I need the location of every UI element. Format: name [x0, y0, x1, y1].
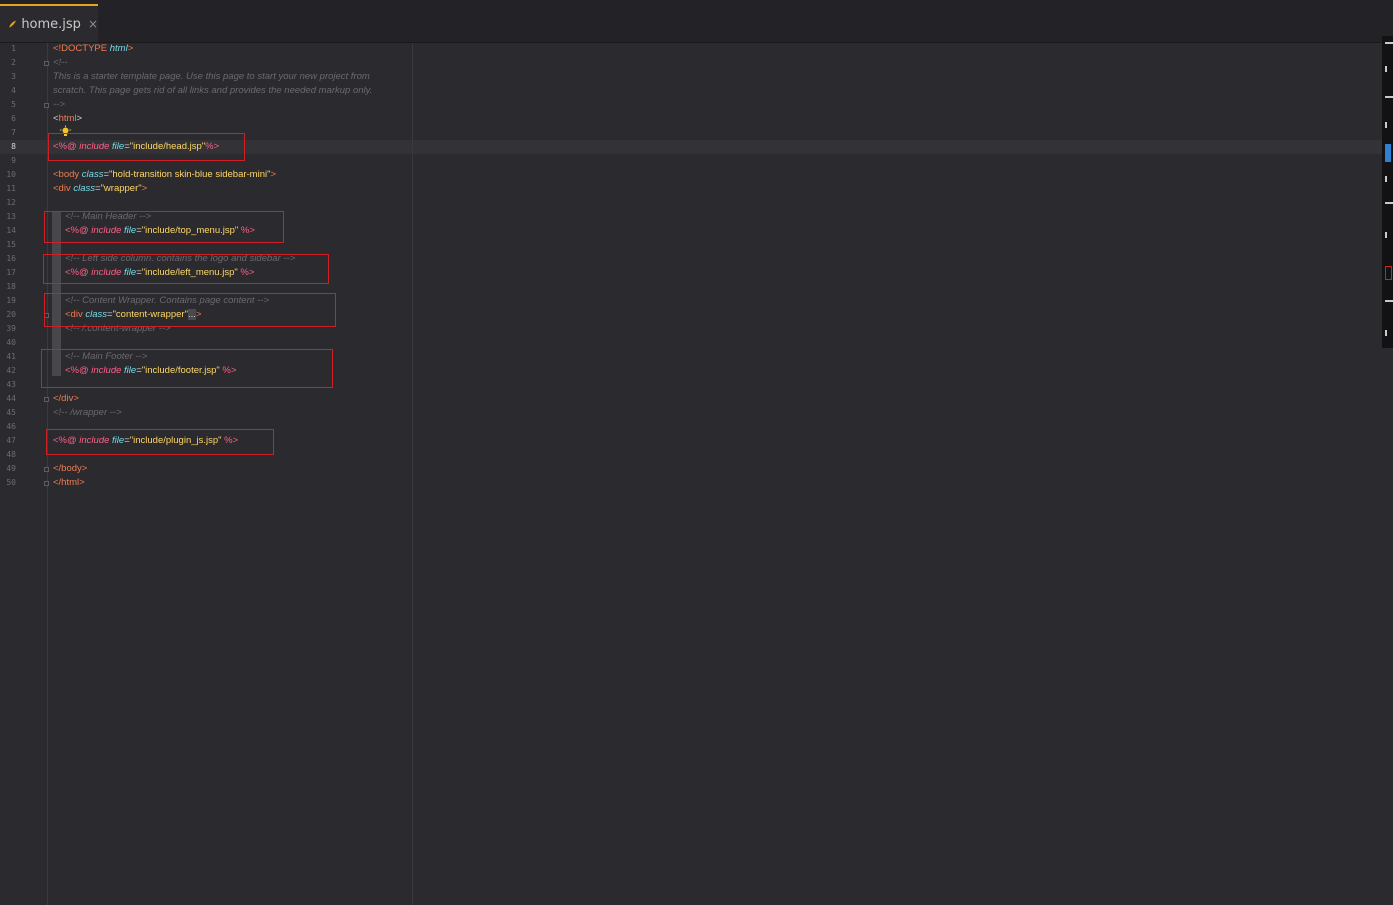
line-number: 9	[11, 156, 16, 165]
fold-toggle[interactable]	[44, 397, 49, 402]
line-number: 12	[6, 198, 16, 207]
line-number: 4	[11, 86, 16, 95]
code-token: >	[270, 169, 277, 180]
minimap-marker	[1385, 232, 1393, 238]
highlight-box	[48, 133, 245, 161]
line-number: 1	[11, 44, 16, 53]
line-number: 45	[6, 408, 16, 417]
code-line-45[interactable]: <!-- /wrapper -->	[53, 406, 122, 420]
fold-toggle[interactable]	[44, 61, 49, 66]
code-line-4[interactable]: scratch. This page gets rid of all links…	[53, 84, 372, 98]
code-token: <!DOCTYPE	[53, 43, 110, 54]
tab-label: home.jsp	[21, 16, 81, 32]
code-token: "hold-transition skin-blue sidebar-mini"	[109, 169, 271, 180]
code-line-2[interactable]: <!--	[53, 56, 68, 70]
code-token: class	[73, 183, 95, 194]
minimap-marker	[1385, 42, 1393, 50]
line-number: 41	[6, 352, 16, 361]
line-number: 17	[6, 268, 16, 277]
code-line-5[interactable]: -->	[53, 98, 65, 112]
tab-home-jsp[interactable]: home.jsp ×	[0, 4, 98, 42]
line-number: 5	[11, 100, 16, 109]
line-number: 18	[6, 282, 16, 291]
code-token: >	[127, 43, 134, 54]
print-margin-ruler	[412, 43, 413, 905]
line-number: 10	[6, 170, 16, 179]
highlight-box	[44, 211, 284, 243]
jsp-file-icon	[9, 20, 16, 28]
close-icon[interactable]: ×	[88, 17, 98, 31]
minimap-error-marker	[1385, 266, 1392, 280]
line-number: 47	[6, 436, 16, 445]
minimap-marker	[1385, 300, 1393, 308]
highlight-box	[41, 349, 333, 388]
line-number: 7	[11, 128, 16, 137]
line-number: 43	[6, 380, 16, 389]
code-line-11[interactable]: <div class="wrapper">	[53, 182, 147, 196]
line-number: 6	[11, 114, 16, 123]
code-line-10[interactable]: <body class="hold-transition skin-blue s…	[53, 168, 276, 182]
fold-toggle[interactable]	[44, 103, 49, 108]
line-number: 46	[6, 422, 16, 431]
minimap-marker	[1385, 330, 1393, 336]
line-number: 48	[6, 450, 16, 459]
code-line-1[interactable]: <!DOCTYPE html>	[53, 42, 133, 56]
code-token: >	[141, 183, 148, 194]
current-line-highlight	[48, 140, 1382, 154]
minimap-marker	[1385, 176, 1393, 182]
minimap-marker	[1385, 202, 1393, 210]
minimap-marker	[1385, 96, 1393, 104]
line-number: 39	[6, 324, 16, 333]
code-token: "wrapper"	[100, 183, 142, 194]
highlight-box	[44, 293, 336, 327]
highlight-box	[43, 254, 329, 284]
line-number: 11	[6, 184, 16, 193]
line-number: 49	[6, 464, 16, 473]
code-line-44[interactable]: </div>	[53, 392, 79, 406]
line-number: 40	[6, 338, 16, 347]
line-number: 16	[6, 254, 16, 263]
code-token: html	[109, 43, 128, 54]
code-token: <div	[53, 183, 74, 194]
line-number: 3	[11, 72, 16, 81]
line-number: 15	[6, 240, 16, 249]
line-number: 44	[6, 394, 16, 403]
code-token: <body	[53, 169, 82, 180]
fold-toggle[interactable]	[44, 481, 49, 486]
code-line-50[interactable]: </html>	[53, 476, 85, 490]
line-number: 50	[6, 478, 16, 487]
fold-toggle[interactable]	[44, 467, 49, 472]
editor-tab-bar: home.jsp ×	[0, 0, 1393, 43]
code-line-6[interactable]: <html>	[53, 112, 82, 126]
minimap-marker	[1385, 66, 1393, 72]
line-number-current: 8	[11, 142, 16, 151]
line-number: 19	[6, 296, 16, 305]
highlight-box	[46, 429, 274, 455]
minimap-viewport	[1385, 144, 1391, 162]
code-token: html	[58, 113, 77, 124]
minimap-marker	[1385, 122, 1393, 128]
code-token: class	[81, 169, 104, 180]
line-number: 42	[6, 366, 16, 375]
code-line-49[interactable]: </body>	[53, 462, 87, 476]
line-number: 2	[11, 58, 16, 67]
code-token: >	[76, 113, 83, 124]
line-number: 13	[6, 212, 16, 221]
minimap-strip[interactable]	[1382, 36, 1393, 348]
code-line-3[interactable]: This is a starter template page. Use thi…	[53, 70, 370, 84]
line-number: 14	[6, 226, 16, 235]
line-number: 20	[6, 310, 16, 319]
